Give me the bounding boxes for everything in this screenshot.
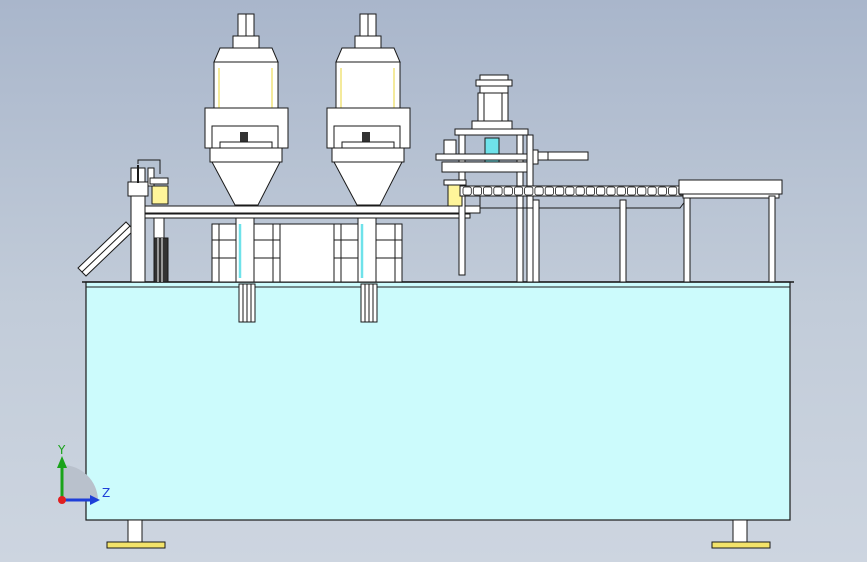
- conveyor-roller: [668, 186, 678, 196]
- machine-foot-left: [106, 519, 166, 549]
- conveyor-roller: [637, 186, 647, 196]
- conveyor-roller: [657, 186, 667, 196]
- conveyor-roller: [627, 186, 637, 196]
- conveyor-roller: [555, 186, 565, 196]
- machine-cabinet: [82, 281, 794, 521]
- cad-viewport[interactable]: Y Z: [0, 0, 867, 562]
- z-axis-label: Z: [102, 486, 110, 500]
- conveyor-roller: [616, 186, 626, 196]
- infeed-chute: [77, 159, 169, 283]
- filling-head-1: [204, 13, 289, 323]
- conveyor-roller: [462, 186, 472, 196]
- conveyor-roller: [534, 186, 544, 196]
- conveyor-roller: [575, 186, 585, 196]
- conveyor-roller: [647, 186, 657, 196]
- conveyor-roller: [585, 186, 595, 196]
- transfer-rail: [139, 205, 481, 219]
- conveyor-roller: [503, 186, 513, 196]
- x-axis-dot: [58, 496, 66, 504]
- outfeed-conveyor: [459, 179, 783, 283]
- conveyor-roller: [472, 186, 482, 196]
- conveyor-roller: [596, 186, 606, 196]
- filling-head-2: [326, 13, 411, 323]
- conveyor-roller: [524, 186, 534, 196]
- center-housing: [279, 223, 335, 283]
- conveyor-roller: [514, 186, 524, 196]
- machine-drawing: Y Z: [57, 13, 794, 549]
- conveyor-roller: [493, 186, 503, 196]
- capping-station: [435, 74, 589, 283]
- conveyor-roller: [606, 186, 616, 196]
- conveyor-roller: [483, 186, 493, 196]
- machine-foot-right: [711, 519, 771, 549]
- conveyor-roller: [544, 186, 554, 196]
- y-axis-label: Y: [57, 443, 66, 457]
- conveyor-roller: [565, 186, 575, 196]
